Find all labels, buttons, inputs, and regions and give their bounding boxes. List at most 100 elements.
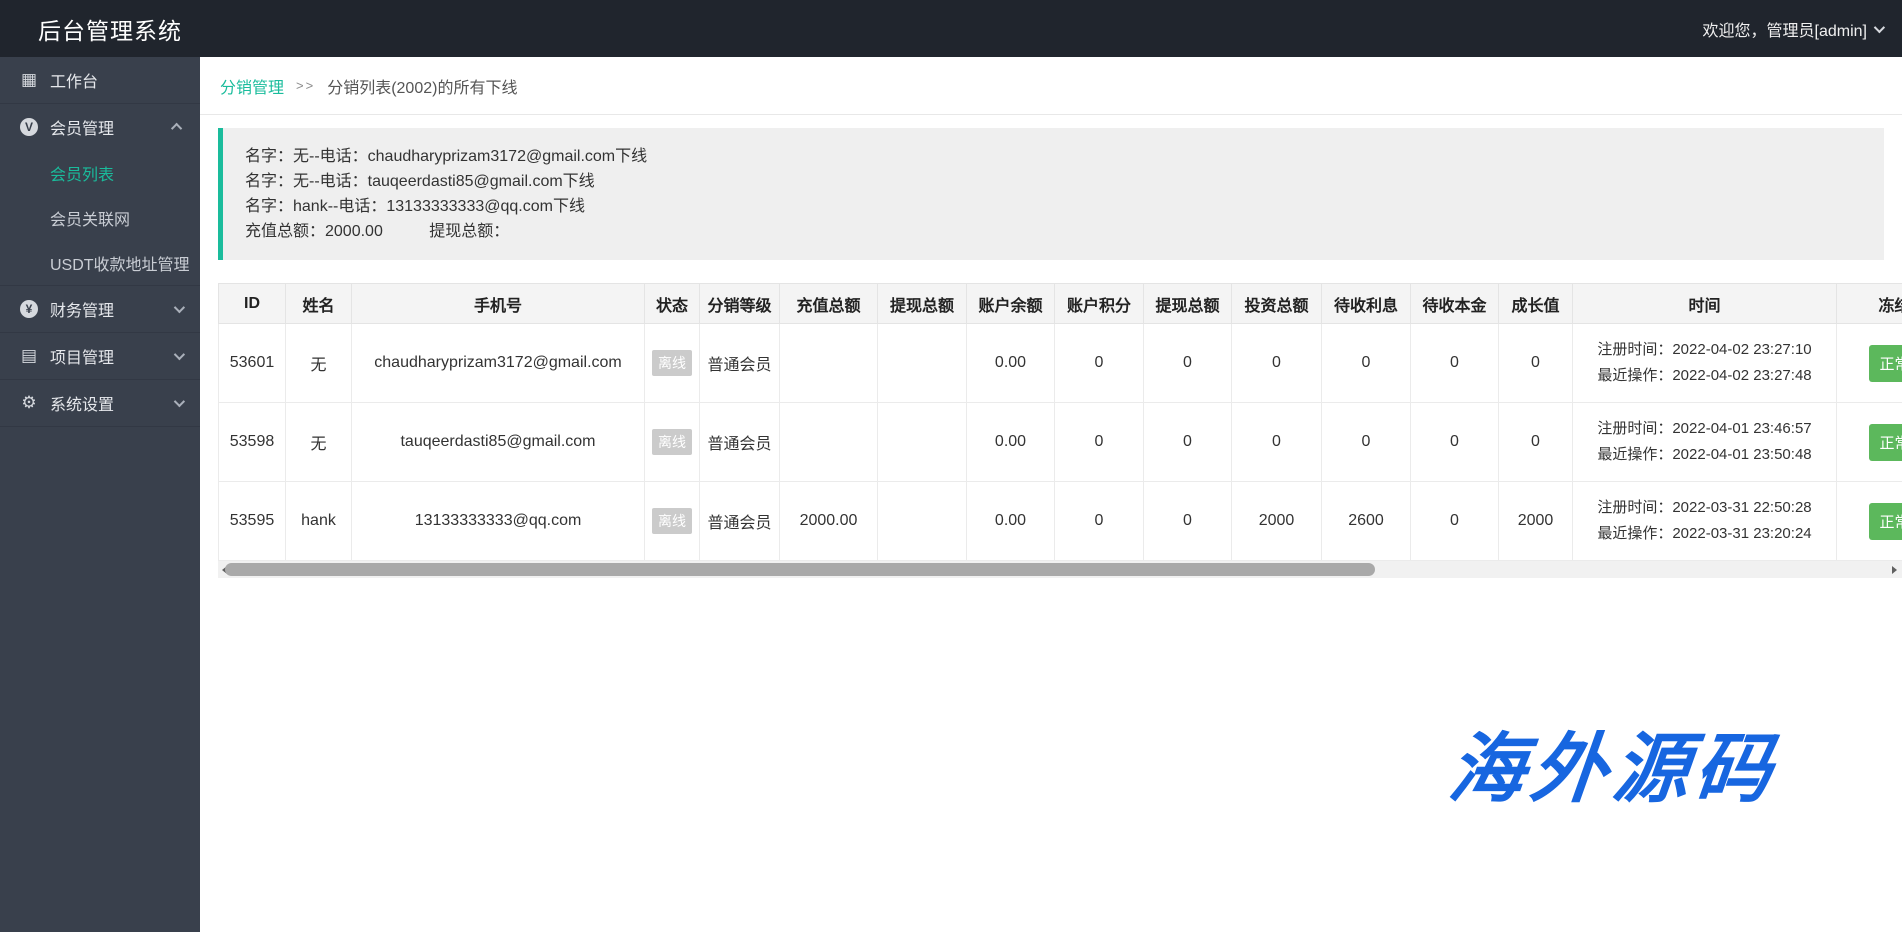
cell-withdraw-b: 0 <box>1144 482 1232 561</box>
col-header-recharge: 充值总额 <box>780 284 878 324</box>
member-table-container: ID 姓名 手机号 状态 分销等级 充值总额 提现总额 账户余额 账户积分 提现… <box>218 283 1902 578</box>
summary-line: 名字：hank--电话：13133333333@qq.com下线 <box>245 194 1862 219</box>
cell-status: 离线 <box>645 403 700 482</box>
cell-withdraw-a <box>878 482 967 561</box>
cell-phone: 13133333333@qq.com <box>352 482 645 561</box>
cell-points: 0 <box>1055 324 1144 403</box>
col-header-status: 状态 <box>645 284 700 324</box>
user-menu[interactable]: 欢迎您，管理员[admin] <box>1703 17 1902 41</box>
sidebar-item-member-list[interactable]: 会员列表 <box>0 150 200 195</box>
breadcrumb-parent-link[interactable]: 分销管理 <box>220 74 284 98</box>
nav-group-workbench: ▦ 工作台 <box>0 57 200 104</box>
freeze-status-button[interactable]: 正常 <box>1869 503 1902 540</box>
cell-status: 离线 <box>645 482 700 561</box>
cell-principal: 0 <box>1411 482 1499 561</box>
sidebar-item-label: 会员管理 <box>50 115 114 139</box>
chevron-down-icon <box>174 302 185 313</box>
cell-invest: 0 <box>1232 403 1322 482</box>
col-header-level: 分销等级 <box>700 284 780 324</box>
register-time: 注册时间：2022-04-01 23:46:57 <box>1573 416 1836 442</box>
finance-icon: ¥ <box>18 300 40 318</box>
breadcrumb-separator: >> <box>296 78 315 93</box>
cell-id: 53598 <box>219 403 286 482</box>
recharge-total: 充值总额：2000.00 <box>245 223 383 240</box>
cell-freeze: 正常 <box>1837 324 1902 403</box>
cell-level: 普通会员 <box>700 403 780 482</box>
cell-withdraw-b: 0 <box>1144 324 1232 403</box>
col-header-name: 姓名 <box>286 284 352 324</box>
freeze-status-button[interactable]: 正常 <box>1869 424 1902 461</box>
table-row: 53601 无 chaudharyprizam3172@gmail.com 离线… <box>219 324 1902 403</box>
cell-freeze: 正常 <box>1837 482 1902 561</box>
sidebar-item-label: 系统设置 <box>50 391 114 415</box>
sidebar-item-workbench[interactable]: ▦ 工作台 <box>0 57 200 103</box>
cell-invest: 0 <box>1232 324 1322 403</box>
gear-icon: ⚙ <box>18 393 40 413</box>
cell-interest: 0 <box>1322 324 1411 403</box>
sidebar-item-finance-mgmt[interactable]: ¥ 财务管理 <box>0 286 200 332</box>
scroll-right-arrow-icon[interactable] <box>1892 566 1897 574</box>
member-table: ID 姓名 手机号 状态 分销等级 充值总额 提现总额 账户余额 账户积分 提现… <box>218 283 1902 561</box>
sidebar: ▦ 工作台 V 会员管理 会员列表 会员关联网 USDT收款地址管理 ¥ 财务管… <box>0 57 200 932</box>
cell-recharge <box>780 324 878 403</box>
col-header-points: 账户积分 <box>1055 284 1144 324</box>
col-header-freeze: 冻结 <box>1837 284 1902 324</box>
last-operation-time: 最近操作：2022-04-01 23:50:48 <box>1573 442 1836 468</box>
cell-level: 普通会员 <box>700 324 780 403</box>
cell-withdraw-a <box>878 324 967 403</box>
cell-growth: 2000 <box>1499 482 1573 561</box>
cell-id: 53595 <box>219 482 286 561</box>
sidebar-subitem-label: 会员列表 <box>50 161 114 185</box>
horizontal-scrollbar[interactable] <box>218 561 1902 578</box>
status-badge: 离线 <box>652 508 692 534</box>
col-header-withdraw-a: 提现总额 <box>878 284 967 324</box>
nav-group-project: ▤ 项目管理 <box>0 333 200 380</box>
table-header-row: ID 姓名 手机号 状态 分销等级 充值总额 提现总额 账户余额 账户积分 提现… <box>219 284 1902 324</box>
project-icon: ▤ <box>18 346 40 366</box>
cell-points: 0 <box>1055 482 1144 561</box>
sidebar-item-label: 工作台 <box>50 68 98 92</box>
sidebar-item-member-network[interactable]: 会员关联网 <box>0 195 200 240</box>
sidebar-subitem-label: USDT收款地址管理 <box>50 251 190 275</box>
member-icon: V <box>18 118 40 136</box>
cell-level: 普通会员 <box>700 482 780 561</box>
topbar: 后台管理系统 欢迎您，管理员[admin] <box>0 0 1902 57</box>
withdraw-total: 提现总额： <box>429 223 509 240</box>
col-header-time: 时间 <box>1573 284 1837 324</box>
cell-name: 无 <box>286 324 352 403</box>
sidebar-item-project-mgmt[interactable]: ▤ 项目管理 <box>0 333 200 379</box>
summary-line: 名字：无--电话：chaudharyprizam3172@gmail.com下线 <box>245 144 1862 169</box>
status-badge: 离线 <box>652 429 692 455</box>
cell-growth: 0 <box>1499 324 1573 403</box>
col-header-balance: 账户余额 <box>967 284 1055 324</box>
last-operation-time: 最近操作：2022-03-31 23:20:24 <box>1573 521 1836 547</box>
scrollbar-thumb[interactable] <box>225 563 1375 576</box>
cell-id: 53601 <box>219 324 286 403</box>
sidebar-item-label: 财务管理 <box>50 297 114 321</box>
col-header-phone: 手机号 <box>352 284 645 324</box>
register-time: 注册时间：2022-03-31 22:50:28 <box>1573 495 1836 521</box>
cell-name: hank <box>286 482 352 561</box>
cell-interest: 0 <box>1322 403 1411 482</box>
sidebar-item-system-settings[interactable]: ⚙ 系统设置 <box>0 380 200 426</box>
cell-status: 离线 <box>645 324 700 403</box>
sidebar-item-label: 项目管理 <box>50 344 114 368</box>
breadcrumb: 分销管理 >> 分销列表(2002)的所有下线 <box>200 57 1902 115</box>
sidebar-item-member-mgmt[interactable]: V 会员管理 <box>0 104 200 150</box>
welcome-text: 欢迎您，管理员[admin] <box>1703 17 1867 41</box>
chevron-down-icon <box>174 396 185 407</box>
nav-group-settings: ⚙ 系统设置 <box>0 380 200 427</box>
freeze-status-button[interactable]: 正常 <box>1869 345 1902 382</box>
cell-withdraw-a <box>878 403 967 482</box>
last-operation-time: 最近操作：2022-04-02 23:27:48 <box>1573 363 1836 389</box>
cell-phone: tauqeerdasti85@gmail.com <box>352 403 645 482</box>
cell-withdraw-b: 0 <box>1144 403 1232 482</box>
col-header-principal: 待收本金 <box>1411 284 1499 324</box>
sidebar-item-usdt-address[interactable]: USDT收款地址管理 <box>0 240 200 285</box>
cell-freeze: 正常 <box>1837 403 1902 482</box>
table-row: 53595 hank 13133333333@qq.com 离线 普通会员 20… <box>219 482 1902 561</box>
cell-invest: 2000 <box>1232 482 1322 561</box>
col-header-invest: 投资总额 <box>1232 284 1322 324</box>
chevron-down-icon <box>174 349 185 360</box>
register-time: 注册时间：2022-04-02 23:27:10 <box>1573 337 1836 363</box>
